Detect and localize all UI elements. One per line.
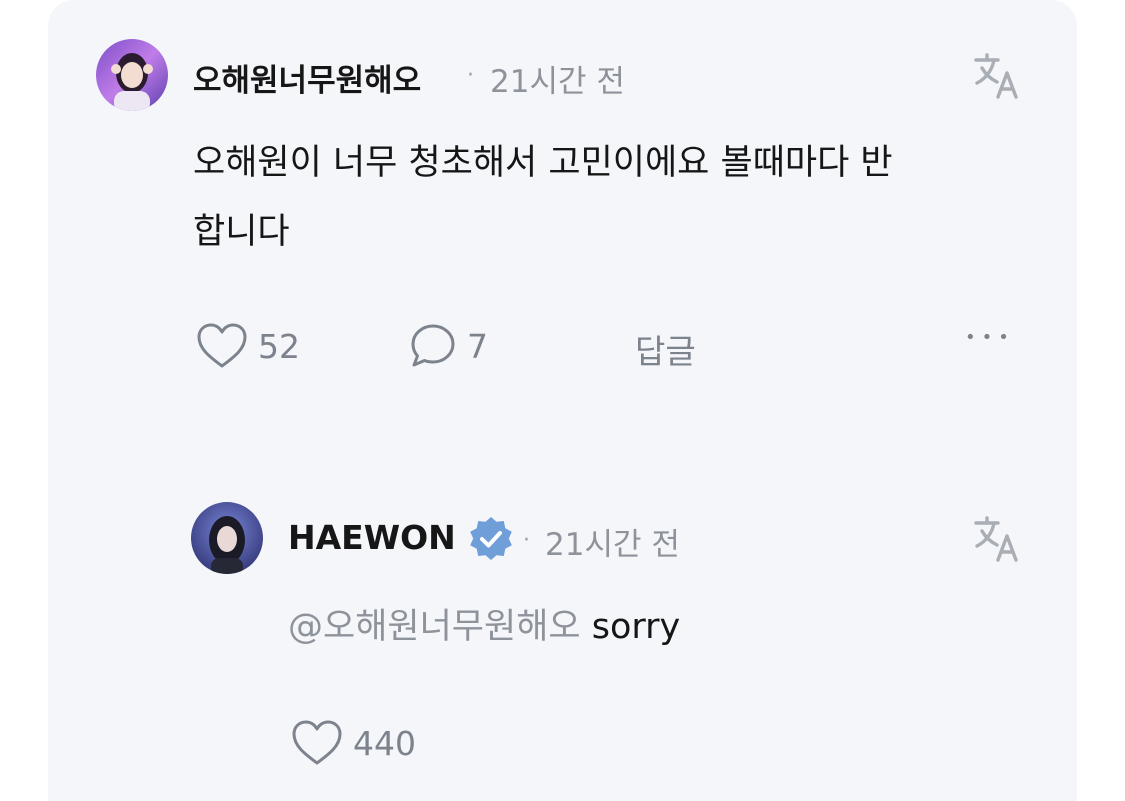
comment-text-line-2: 합니다 <box>193 212 290 252</box>
reply-author-avatar[interactable] <box>191 502 263 574</box>
like-button[interactable]: 52 <box>196 322 300 370</box>
comment-bubble-icon <box>409 322 457 370</box>
comment-thread-card: 오해원너무원해오 · 21시간 전 오해원이 너무 청초해서 고민이에요 볼때마… <box>48 0 1077 801</box>
meta-separator: · <box>467 63 474 88</box>
reply-count: 7 <box>467 326 488 366</box>
more-horizontal-icon: ••• <box>965 327 1015 348</box>
translate-icon[interactable] <box>972 51 1024 103</box>
reply-label: 답글 <box>635 332 696 371</box>
more-options-button[interactable]: ••• <box>965 327 1015 348</box>
comment-timestamp: 21시간 전 <box>490 64 625 100</box>
commenter-avatar[interactable] <box>96 39 168 111</box>
reply-message: sorry <box>580 607 681 647</box>
reply-like-button[interactable]: 440 <box>291 719 416 767</box>
translate-icon[interactable] <box>972 514 1024 566</box>
reply-mention-link[interactable]: @오해원너무원해오 <box>288 607 581 647</box>
reply-text: @오해원너무원해오 sorry <box>288 590 680 664</box>
reply-button[interactable]: 답글 <box>635 325 696 373</box>
commenter-name[interactable]: 오해원너무원해오 <box>193 55 421 100</box>
like-count: 52 <box>258 326 300 366</box>
heart-icon <box>196 322 248 370</box>
heart-icon <box>291 719 343 767</box>
reply-author-name[interactable]: HAEWON <box>288 518 456 557</box>
comment-text-line-1: 오해원이 너무 청초해서 고민이에요 볼때마다 반 <box>193 143 893 183</box>
reply-timestamp: 21시간 전 <box>545 527 680 563</box>
reply-meta-separator: · <box>523 528 530 553</box>
reply-like-count: 440 <box>353 723 416 763</box>
comment-count-button[interactable]: 7 <box>409 322 488 370</box>
verified-badge-icon <box>466 514 516 568</box>
